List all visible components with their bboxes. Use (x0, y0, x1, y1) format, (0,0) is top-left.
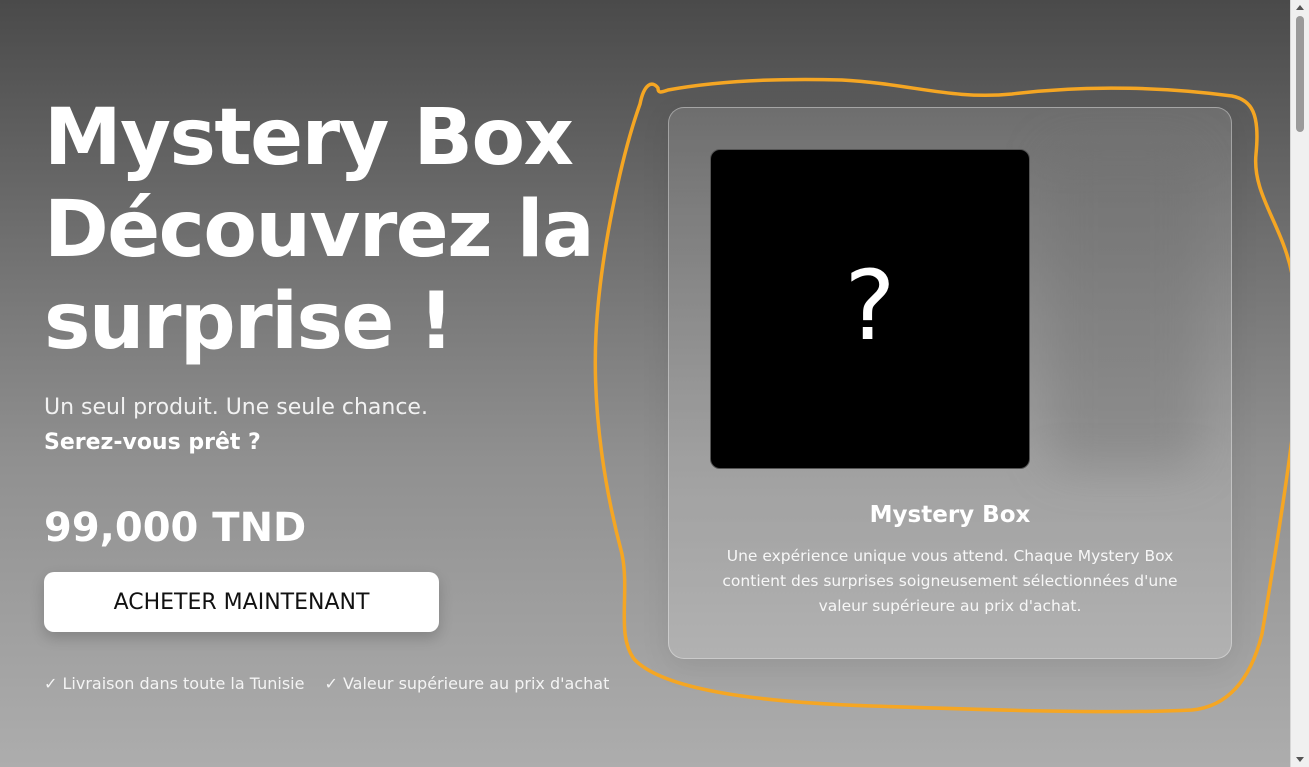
product-card: ? Mystery Box Une expérience unique vous… (668, 107, 1232, 659)
buy-now-button[interactable]: ACHETER MAINTENANT (44, 572, 439, 632)
hero-tagline: Serez-vous prêt ? (44, 430, 261, 455)
scroll-thumb[interactable] (1296, 16, 1304, 132)
feature-value: ✓ Valeur supérieure au prix d'achat (324, 674, 610, 693)
product-card-title: Mystery Box (869, 502, 1031, 528)
product-card-description: Une expérience unique vous attend. Chaqu… (722, 547, 1178, 615)
feature-list: ✓ Livraison dans toute la Tunisie ✓ Vale… (44, 674, 614, 693)
mystery-box-image: ? (710, 149, 1030, 469)
hero-title-line-3: surprise ! (44, 277, 454, 367)
scroll-up-icon[interactable] (1296, 5, 1304, 10)
vertical-scrollbar[interactable] (1290, 0, 1309, 767)
landing-page: Mystery Box Découvrez la surprise ! Un s… (0, 0, 1303, 767)
hero-title: Mystery Box Découvrez la surprise ! (44, 92, 614, 368)
scroll-down-icon[interactable] (1296, 757, 1304, 762)
question-mark-icon: ? (844, 250, 896, 362)
hero-title-line-1: Mystery Box (44, 93, 574, 183)
feature-delivery: ✓ Livraison dans toute la Tunisie (44, 674, 305, 693)
card-blur-decoration (1049, 148, 1199, 468)
hero-section: Mystery Box Découvrez la surprise ! Un s… (44, 92, 614, 693)
hero-title-line-2: Découvrez la (44, 185, 595, 275)
price-label: 99,000 TND (44, 505, 307, 551)
hero-subtitle: Un seul produit. Une seule chance. (44, 395, 428, 420)
